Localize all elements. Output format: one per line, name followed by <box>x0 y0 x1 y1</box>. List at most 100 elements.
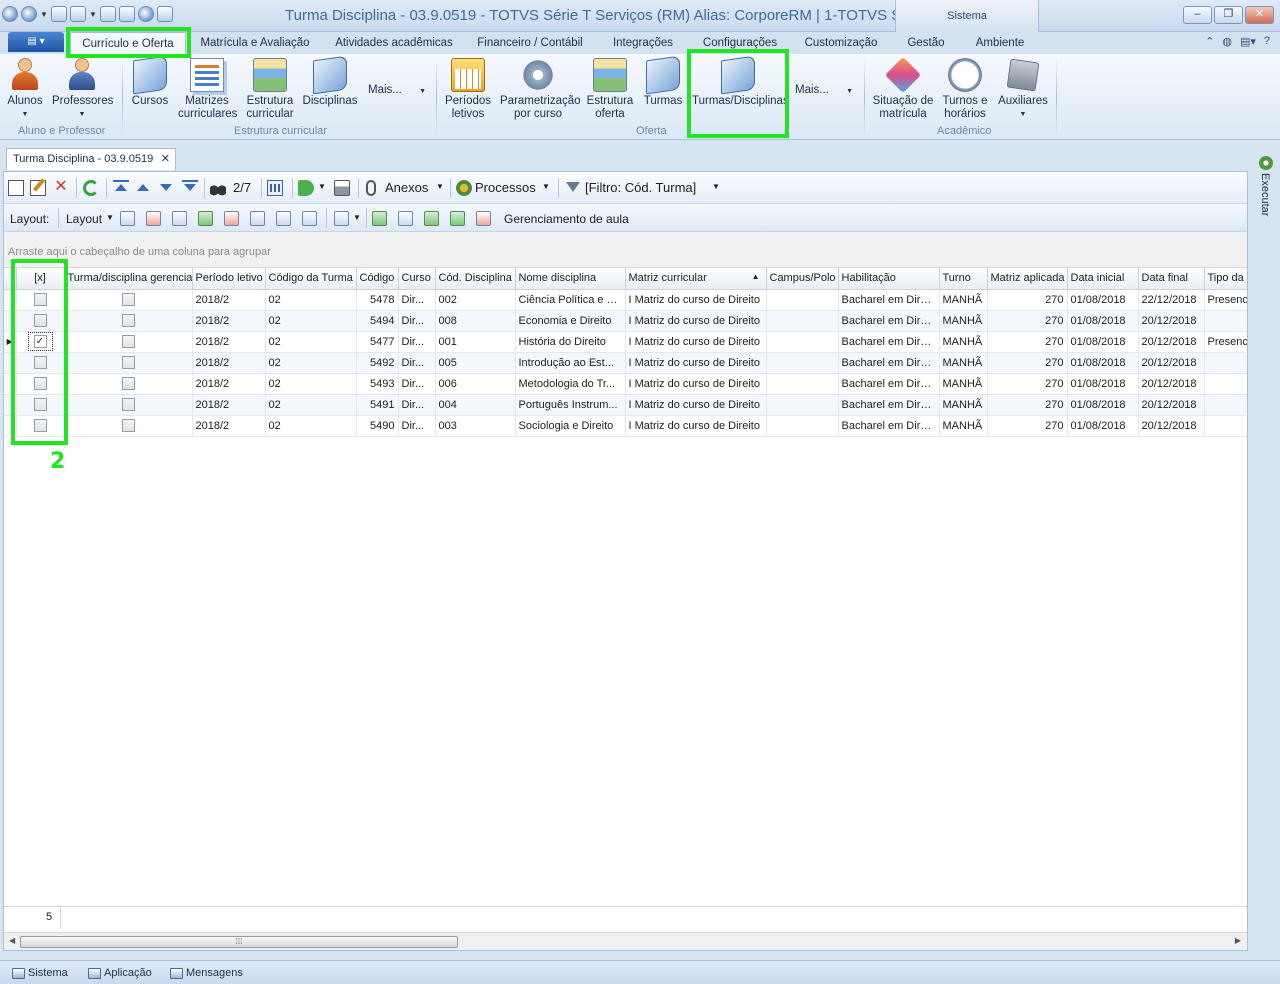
cell-campus[interactable] <box>766 289 839 311</box>
gerencial-checkbox[interactable] <box>121 377 135 390</box>
cell-matriz-aplicada[interactable]: 270 <box>987 289 1068 311</box>
cell-data-inicial[interactable]: 01/08/2018 <box>1067 331 1139 353</box>
chart-icon[interactable] <box>334 211 349 226</box>
cell-matriz[interactable]: I Matriz do curso de Direito <box>625 331 767 353</box>
cell-nome[interactable]: Português Instrum... <box>515 394 626 416</box>
execute-arrow-icon[interactable] <box>298 180 314 196</box>
chevron-down-icon[interactable]: ▼ <box>318 182 326 191</box>
chevron-down-icon[interactable]: ▼ <box>436 182 444 191</box>
calendar-icon[interactable] <box>267 180 283 196</box>
cell-curso[interactable]: Dir... <box>398 289 436 311</box>
cell-habilitacao[interactable]: Bacharel em Direito <box>838 415 940 437</box>
cell-tipo[interactable] <box>1204 394 1247 416</box>
help-icon[interactable] <box>138 6 154 22</box>
gerencial-checkbox[interactable] <box>121 314 135 327</box>
column-header-periodo[interactable]: Período letivo <box>192 268 266 290</box>
column-header-matriz[interactable]: Matriz curricular ▲ <box>625 268 767 290</box>
cell-periodo[interactable]: 2018/2 <box>192 289 266 311</box>
cell-data-final[interactable]: 20/12/2018 <box>1138 394 1205 416</box>
layout-delete-icon[interactable] <box>146 211 161 226</box>
cell-nome[interactable]: Metodologia do Tr... <box>515 373 626 395</box>
cell-tipo[interactable]: Presenc <box>1204 289 1247 311</box>
horizontal-scrollbar[interactable]: ◀ ⁞⁞⁞ ▶ <box>4 932 1247 950</box>
estrutura-curricular-button[interactable]: Estrutura curricular <box>244 58 296 121</box>
cell-nome[interactable]: História do Direito <box>515 331 626 353</box>
layout-export-excel-icon[interactable] <box>302 211 317 226</box>
app-logo-icon[interactable] <box>2 6 18 22</box>
column-header-cod-disciplina[interactable]: Cód. Disciplina <box>435 268 516 290</box>
cell-periodo[interactable]: 2018/2 <box>192 352 266 374</box>
group-by-area[interactable]: Arraste aqui o cabeçalho de uma coluna p… <box>4 232 1247 268</box>
table-row[interactable]: 2018/2 02 5491 Dir... 004 Português Instrum..… <box>4 394 1247 416</box>
cell-matriz[interactable]: I Matriz do curso de Direito <box>625 352 767 374</box>
parametrizacao-curso-button[interactable]: Parametrização por curso <box>500 58 581 121</box>
close-icon[interactable]: ✕ <box>161 149 170 169</box>
cell-matriz-aplicada[interactable]: 270 <box>987 394 1068 416</box>
auxiliares-button[interactable]: Auxiliares ▼ <box>996 58 1050 121</box>
gerencial-cell[interactable] <box>64 373 193 395</box>
previous-record-icon[interactable] <box>137 184 149 191</box>
cell-curso[interactable]: Dir... <box>398 415 436 437</box>
gerencial-checkbox[interactable] <box>121 293 135 306</box>
cell-tipo[interactable] <box>1204 373 1247 395</box>
view-form-icon[interactable] <box>424 211 439 226</box>
alunos-button[interactable]: Alunos ▼ <box>6 58 44 121</box>
view-grid-icon[interactable] <box>398 211 413 226</box>
gerencial-cell[interactable] <box>64 310 193 332</box>
last-record-icon[interactable] <box>182 180 198 191</box>
periodos-letivos-button[interactable]: Períodos letivos <box>444 58 492 121</box>
layout-import-icon[interactable] <box>198 211 213 226</box>
next-record-icon[interactable] <box>160 184 172 191</box>
table-row[interactable]: 2018/2 02 5492 Dir... 005 Introdução ao Est..… <box>4 352 1247 374</box>
cell-curso[interactable]: Dir... <box>398 352 436 374</box>
cell-campus[interactable] <box>766 352 839 374</box>
cell-data-final[interactable]: 20/12/2018 <box>1138 331 1205 353</box>
cell-habilitacao[interactable]: Bacharel em Direito <box>838 373 940 395</box>
column-header-matriz-aplicada[interactable]: Matriz aplicada <box>987 268 1068 290</box>
table-row[interactable]: 2018/2 02 5494 Dir... 008 Economia e Direito I… <box>4 310 1247 332</box>
gerenciamento-aula-button[interactable]: Gerenciamento de aula <box>504 212 629 226</box>
filter-menu[interactable]: [Filtro: Cód. Turma] <box>585 180 696 195</box>
tab-matricula-avaliacao[interactable]: Matrícula e Avaliação <box>192 32 318 54</box>
cell-data-final[interactable]: 20/12/2018 <box>1138 352 1205 374</box>
layout-menu[interactable]: Layout <box>66 212 102 226</box>
tab-atividades-academicas[interactable]: Atividades acadêmicas <box>330 32 458 54</box>
cell-matriz-aplicada[interactable]: 270 <box>987 352 1068 374</box>
turmas-button[interactable]: Turmas <box>642 55 684 108</box>
cell-data-inicial[interactable]: 01/08/2018 <box>1067 373 1139 395</box>
cell-cod-disc[interactable]: 002 <box>435 289 516 311</box>
cell-turno[interactable]: MANHÃ <box>939 373 988 395</box>
cell-data-inicial[interactable]: 01/08/2018 <box>1067 394 1139 416</box>
cell-cod-disc[interactable]: 003 <box>435 415 516 437</box>
table-row[interactable]: ▶ ✓ 2018/2 02 5477 Dir... 001 História do Direi… <box>4 331 1247 353</box>
cell-tipo[interactable] <box>1204 352 1247 374</box>
cell-cod-disc[interactable]: 001 <box>435 331 516 353</box>
chevron-down-icon[interactable]: ▼ <box>542 182 550 191</box>
help-icon[interactable]: ? <box>1264 35 1270 48</box>
estrutura-oferta-button[interactable]: Estrutura oferta <box>586 58 634 121</box>
cell-codigo[interactable]: 5494 <box>356 310 399 332</box>
cell-codigo[interactable]: 5493 <box>356 373 399 395</box>
cell-codigo[interactable]: 5492 <box>356 352 399 374</box>
cell-matriz-aplicada[interactable]: 270 <box>987 310 1068 332</box>
column-header-gerencial[interactable]: Turma/disciplina gerencial <box>64 268 193 290</box>
tab-integracoes[interactable]: Integrações <box>603 32 683 54</box>
gerencial-checkbox[interactable] <box>121 419 135 432</box>
close-button[interactable]: ✕ <box>1245 6 1274 24</box>
cell-turma[interactable]: 02 <box>265 394 357 416</box>
turnos-horarios-button[interactable]: Turnos e horários <box>940 58 990 121</box>
column-header-tipo[interactable]: Tipo da <box>1204 268 1247 290</box>
cell-turno[interactable]: MANHÃ <box>939 394 988 416</box>
cell-turno[interactable]: MANHÃ <box>939 289 988 311</box>
status-aplicacao[interactable]: Aplicação <box>88 967 152 979</box>
cell-matriz[interactable]: I Matriz do curso de Direito <box>625 310 767 332</box>
cell-tipo[interactable] <box>1204 310 1247 332</box>
cell-campus[interactable] <box>766 394 839 416</box>
gerencial-cell[interactable] <box>64 394 193 416</box>
cell-periodo[interactable]: 2018/2 <box>192 394 266 416</box>
status-mensagens[interactable]: Mensagens <box>170 967 243 979</box>
cell-matriz-aplicada[interactable]: 270 <box>987 373 1068 395</box>
collapse-ribbon-icon[interactable]: ⌃ <box>1205 35 1214 48</box>
scroll-right-icon[interactable]: ▶ <box>1235 936 1241 945</box>
cell-nome[interactable]: Sociologia e Direito <box>515 415 626 437</box>
